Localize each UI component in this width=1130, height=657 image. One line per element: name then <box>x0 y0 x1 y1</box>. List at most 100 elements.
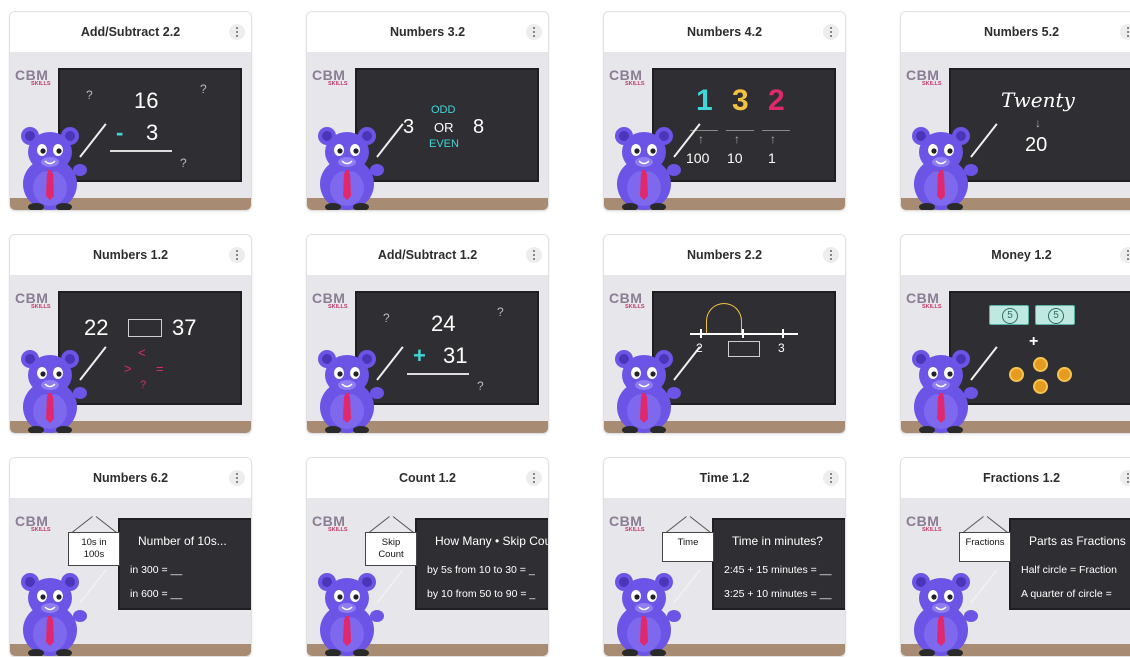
chalkboard: How Many • Skip Count by 5s from 10 to 30… <box>415 518 548 610</box>
cbm-skills-logo: CBM SKILLS <box>609 67 645 87</box>
sign-string <box>962 516 984 533</box>
less-than-symbol: < <box>138 345 146 360</box>
place-value: 100 <box>686 150 710 166</box>
number-line-tick <box>742 329 744 338</box>
cbm-skills-logo: CBM SKILLS <box>906 513 942 533</box>
card-title: Money 1.2 <box>901 235 1130 275</box>
five-dollar-bill-icon: 5 <box>989 305 1029 325</box>
board-line: Half circle = Fraction <box>1021 564 1117 576</box>
more-options-icon[interactable] <box>526 470 542 486</box>
more-options-icon[interactable] <box>823 247 839 263</box>
lesson-card-count-1-2[interactable]: Count 1.2 CBMSKILLS How Many • Skip Count b… <box>306 457 549 657</box>
more-options-icon[interactable] <box>229 247 245 263</box>
sign-string <box>71 516 93 533</box>
board-line: by 5s from 10 to 30 = _ <box>427 564 535 576</box>
number-word: Twenty <box>1001 88 1075 112</box>
plus-sign: + <box>1029 333 1039 350</box>
card-title: Numbers 2.2 <box>604 235 845 275</box>
number-line-tick <box>700 329 702 338</box>
five-dollar-bill-icon: 5 <box>1035 305 1075 325</box>
bear-mascot <box>10 112 90 210</box>
word-odd: ODD <box>431 104 456 116</box>
more-options-icon[interactable] <box>526 24 542 40</box>
lesson-card-numbers-6-2[interactable]: Numbers 6.2 CBM SKILLS Number of 10s... in 3… <box>9 457 252 657</box>
card-title: Add/Subtract 1.2 <box>307 235 548 275</box>
card-title: Numbers 1.2 <box>10 235 251 275</box>
question-mark: ? <box>140 379 147 391</box>
coin-icon <box>1033 357 1048 372</box>
more-options-icon[interactable] <box>823 470 839 486</box>
cbm-skills-logo: CBM SKILLS <box>15 67 51 87</box>
lesson-thumbnail: CBMSKILLS23 <box>604 275 845 433</box>
cbm-skills-logo: CBM SKILLS <box>312 67 348 87</box>
board-heading: How Many • Skip Count <box>435 534 548 548</box>
lesson-thumbnail: CBM SKILLS 22 37 < > =? <box>10 275 251 433</box>
cbm-skills-logo: CBM SKILLS <box>906 67 942 87</box>
right-number: 3 <box>778 341 785 355</box>
bear-mascot <box>901 558 981 656</box>
lesson-card-numbers-1-2[interactable]: Numbers 1.2 CBM SKILLS 22 37 < > =? <box>9 234 252 434</box>
lesson-card-add-subtract-1-2[interactable]: Add/Subtract 1.2 CBM SKILLS 24 +31??? <box>306 234 549 434</box>
arrow-up-icon: ↑ <box>698 132 704 146</box>
bottom-number: 3 <box>146 120 159 145</box>
cbm-skills-logo: CBM SKILLS <box>15 513 51 533</box>
operator: + <box>413 343 426 368</box>
lesson-card-time-1-2[interactable]: Time 1.2 CBM SKILLS Time in minutes? 2:45 + … <box>603 457 846 657</box>
arrow-up-icon: ↑ <box>770 132 776 146</box>
sign-string <box>95 516 117 533</box>
sign-string <box>986 516 1008 533</box>
coin-icon <box>1009 367 1024 382</box>
card-title: Numbers 4.2 <box>604 12 845 52</box>
top-number: 16 <box>134 88 159 113</box>
question-mark: ? <box>86 88 93 102</box>
bear-mascot <box>10 335 90 433</box>
lesson-card-fractions-1-2[interactable]: Fractions 1.2 CBM SKILLS Parts as Fractions… <box>900 457 1130 657</box>
board-line: by 10 from 50 to 90 = _ <box>427 588 536 600</box>
question-mark: ? <box>497 305 504 319</box>
right-number: 8 <box>473 116 485 138</box>
lesson-thumbnail: CBM SKILLS 3 8 ODD OR EVEN <box>307 52 548 210</box>
lesson-card-numbers-5-2[interactable]: Numbers 5.2 CBM SKILLS Twenty ↓ 20 <box>900 11 1130 211</box>
lesson-card-add-subtract-2-2[interactable]: Add/Subtract 2.2 CBM SKILLS 16-3??? <box>9 11 252 211</box>
lesson-thumbnail: CBM SKILLS 1 ↑ 100 3 ↑ 10 2 ↑ 1 <box>604 52 845 210</box>
right-number: 37 <box>172 315 197 340</box>
sign-string <box>392 516 414 533</box>
operator: - <box>116 120 124 145</box>
chalkboard: Time in minutes? 2:45 + 15 minutes = __ 3:… <box>712 518 845 610</box>
answer-box <box>728 341 760 357</box>
card-title: Numbers 5.2 <box>901 12 1130 52</box>
lesson-card-numbers-3-2[interactable]: Numbers 3.2 CBM SKILLS 3 8 ODD OR EVEN <box>306 11 549 211</box>
lesson-card-numbers-4-2[interactable]: Numbers 4.2 CBM SKILLS 1 ↑ 100 3 ↑ 10 2 ↑ 1 <box>603 11 846 211</box>
word-even: EVEN <box>429 138 459 150</box>
lesson-thumbnail: CBM SKILLS Parts as Fractions Half circle =… <box>901 498 1130 656</box>
number-line-tick <box>782 329 784 338</box>
arrow-down-icon: ↓ <box>1035 116 1041 130</box>
bear-mascot <box>307 112 387 210</box>
top-number: 24 <box>431 311 456 336</box>
question-mark: ? <box>383 311 390 325</box>
bear-mascot <box>604 558 684 656</box>
lesson-card-money-1-2[interactable]: Money 1.2 CBM SKILLS 5 5 + <box>900 234 1130 434</box>
bear-mascot <box>307 558 387 656</box>
card-title: Numbers 3.2 <box>307 12 548 52</box>
more-options-icon[interactable] <box>1120 24 1130 40</box>
lesson-card-numbers-2-2[interactable]: Numbers 2.2CBMSKILLS23 <box>603 234 846 434</box>
sum-line <box>407 373 469 375</box>
lesson-thumbnail: CBM SKILLS 24 +31??? <box>307 275 548 433</box>
place-digit: 3 <box>732 84 749 117</box>
sign-string <box>368 516 390 533</box>
more-options-icon[interactable] <box>229 24 245 40</box>
more-options-icon[interactable] <box>1120 247 1130 263</box>
number-digits: 20 <box>1025 134 1048 156</box>
more-options-icon[interactable] <box>229 470 245 486</box>
place-digit: 2 <box>768 84 785 117</box>
more-options-icon[interactable] <box>1120 470 1130 486</box>
coin-icon <box>1057 367 1072 382</box>
card-title: Count 1.2 <box>307 458 548 498</box>
coin-icon <box>1033 379 1048 394</box>
cbm-skills-logo: CBM SKILLS <box>15 290 51 310</box>
board-heading: Number of 10s... <box>138 534 227 548</box>
bottom-number: 31 <box>443 343 468 368</box>
more-options-icon[interactable] <box>823 24 839 40</box>
more-options-icon[interactable] <box>526 247 542 263</box>
